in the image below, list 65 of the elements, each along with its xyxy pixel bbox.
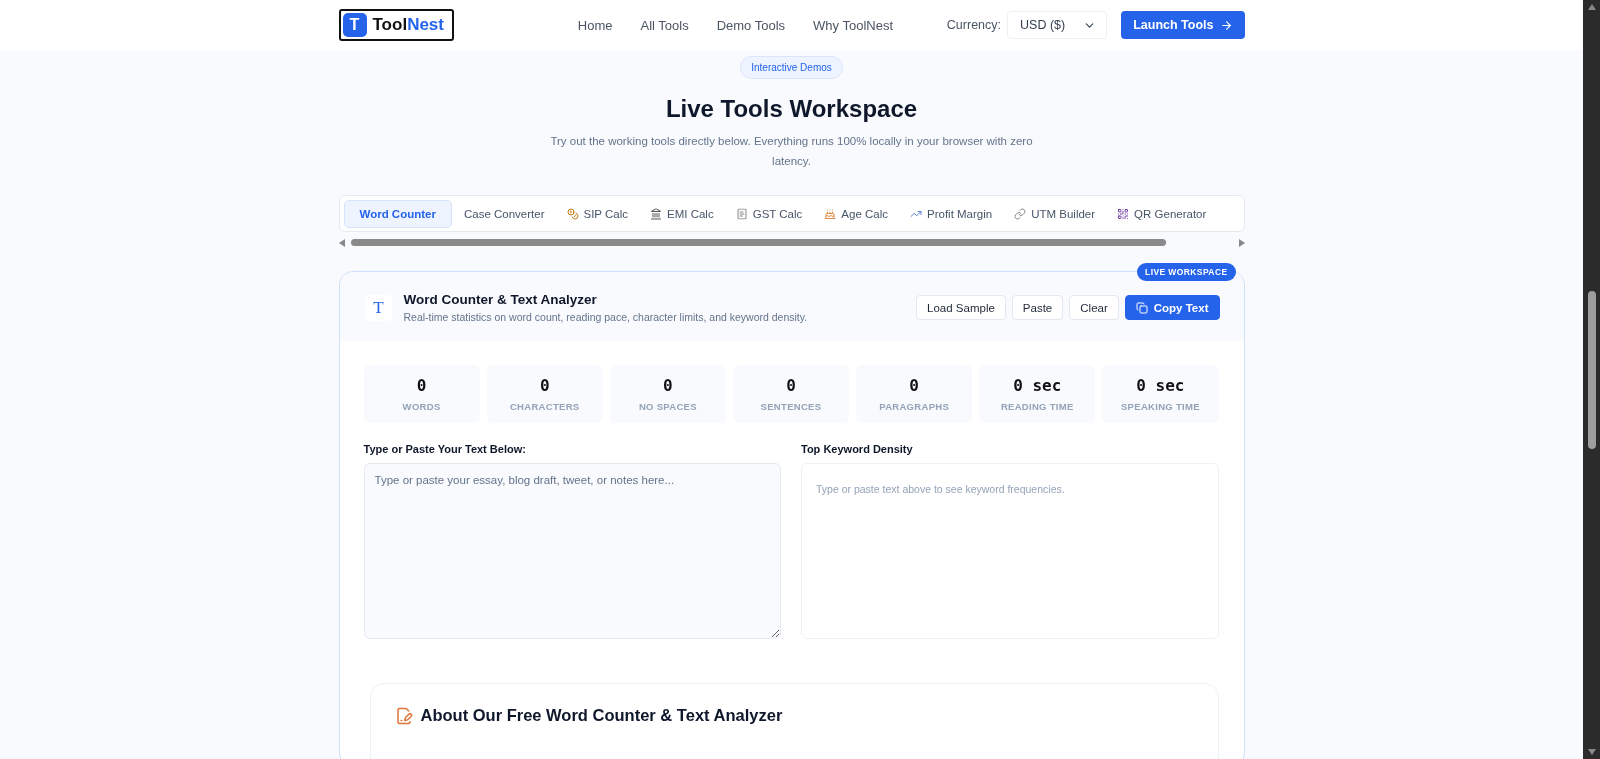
tool-tab[interactable]: Age Calc [814, 199, 898, 228]
text-icon: T [365, 294, 392, 321]
tool-tab[interactable]: Word Counter [343, 199, 452, 228]
tab-icon [735, 207, 748, 220]
stat-label: CHARACTERS [509, 401, 580, 412]
action-button[interactable]: Clear [1069, 295, 1119, 320]
nav-link[interactable]: Home [577, 17, 613, 33]
nav-link[interactable]: Demo Tools [716, 17, 786, 33]
copy-icon [1135, 301, 1148, 314]
about-title: About Our Free Word Counter & Text Analyzer [420, 706, 783, 725]
stat-value: 0 [909, 376, 919, 395]
stat-value: 0 [663, 376, 673, 395]
stat-value: 0 [786, 376, 796, 395]
page-title: Live Tools Workspace [665, 95, 918, 123]
stat-label: NO SPACES [638, 401, 697, 412]
nav-link[interactable]: All Tools [640, 17, 689, 33]
empty-message: Type or paste text above to see keyword frequencies. [816, 483, 1065, 495]
currency-select[interactable]: USD ($) [1007, 11, 1108, 39]
stat-label: WORDS [402, 401, 441, 412]
section-badge: Interactive Demos [740, 56, 843, 79]
stat-label: PARAGRAPHS [879, 401, 950, 412]
tool-tab[interactable]: Case Converter [453, 199, 555, 228]
scroll-up-icon[interactable] [1587, 4, 1596, 10]
scroll-left-icon[interactable] [338, 239, 345, 247]
tool-tab[interactable]: Profit Margin [900, 199, 1003, 228]
logo-name: ToolNest [372, 15, 444, 35]
scroll-right-icon[interactable] [1238, 239, 1245, 247]
tool-tab[interactable]: GST Calc [725, 199, 813, 228]
tool-tab[interactable]: QR Generator [1107, 199, 1217, 228]
tab-icon [1117, 207, 1130, 220]
currency-label: Currency: [946, 18, 1001, 32]
scrollbar-thumb[interactable] [1587, 290, 1596, 449]
action-button[interactable]: Load Sample [916, 295, 1006, 320]
nav-link[interactable]: Why ToolNest [813, 17, 894, 33]
tool-title: Word Counter & Text Analyzer [403, 292, 598, 307]
live-badge: LIVE WORKSPACE [1137, 263, 1236, 281]
arrow-right-icon [1219, 18, 1233, 32]
input-label: Type or Paste Your Text Below: [363, 443, 527, 455]
density-label: Top Keyword Density [801, 443, 914, 455]
tab-icon [824, 207, 837, 220]
text-input-field[interactable]: Type or paste your essay, blog draft, tweet, or notes here... [363, 463, 781, 639]
tool-tab[interactable]: EMI Calc [640, 199, 724, 228]
page-subtitle: Try out the working tools directly below. Everything runs 100% locally in your browser with zero latency. [549, 134, 1034, 169]
tab-icon [650, 207, 663, 220]
scrollbar-thumb[interactable] [350, 239, 1166, 246]
memo-icon [394, 706, 413, 725]
stat-label: SENTENCES [760, 401, 822, 412]
scroll-down-icon[interactable] [1587, 749, 1596, 755]
tool-description: Real-time statistics on word count, reading pace, character limits, and keyword density. [403, 311, 809, 323]
launch-tools-button[interactable]: Launch Tools [1121, 11, 1245, 39]
tab-icon [1014, 207, 1027, 220]
page-scrollbar[interactable] [1583, 0, 1600, 759]
tool-tab[interactable]: UTM Builder [1004, 199, 1106, 228]
stat-value: 0 [416, 376, 427, 395]
action-button[interactable]: Copy Text [1124, 295, 1220, 320]
stat-value: 0 sec [1013, 376, 1062, 395]
tab-icon [566, 207, 579, 220]
tool-tab[interactable]: SIP Calc [556, 199, 639, 228]
action-button[interactable]: Paste [1011, 295, 1064, 320]
stat-label: SPEAKING TIME [1121, 401, 1200, 412]
logo[interactable]: T ToolNest [338, 9, 454, 41]
stat-value: 0 [539, 376, 550, 395]
stat-value: 0 sec [1136, 376, 1185, 395]
logo-mark: T [342, 13, 367, 37]
stat-label: READING TIME [1000, 401, 1074, 412]
